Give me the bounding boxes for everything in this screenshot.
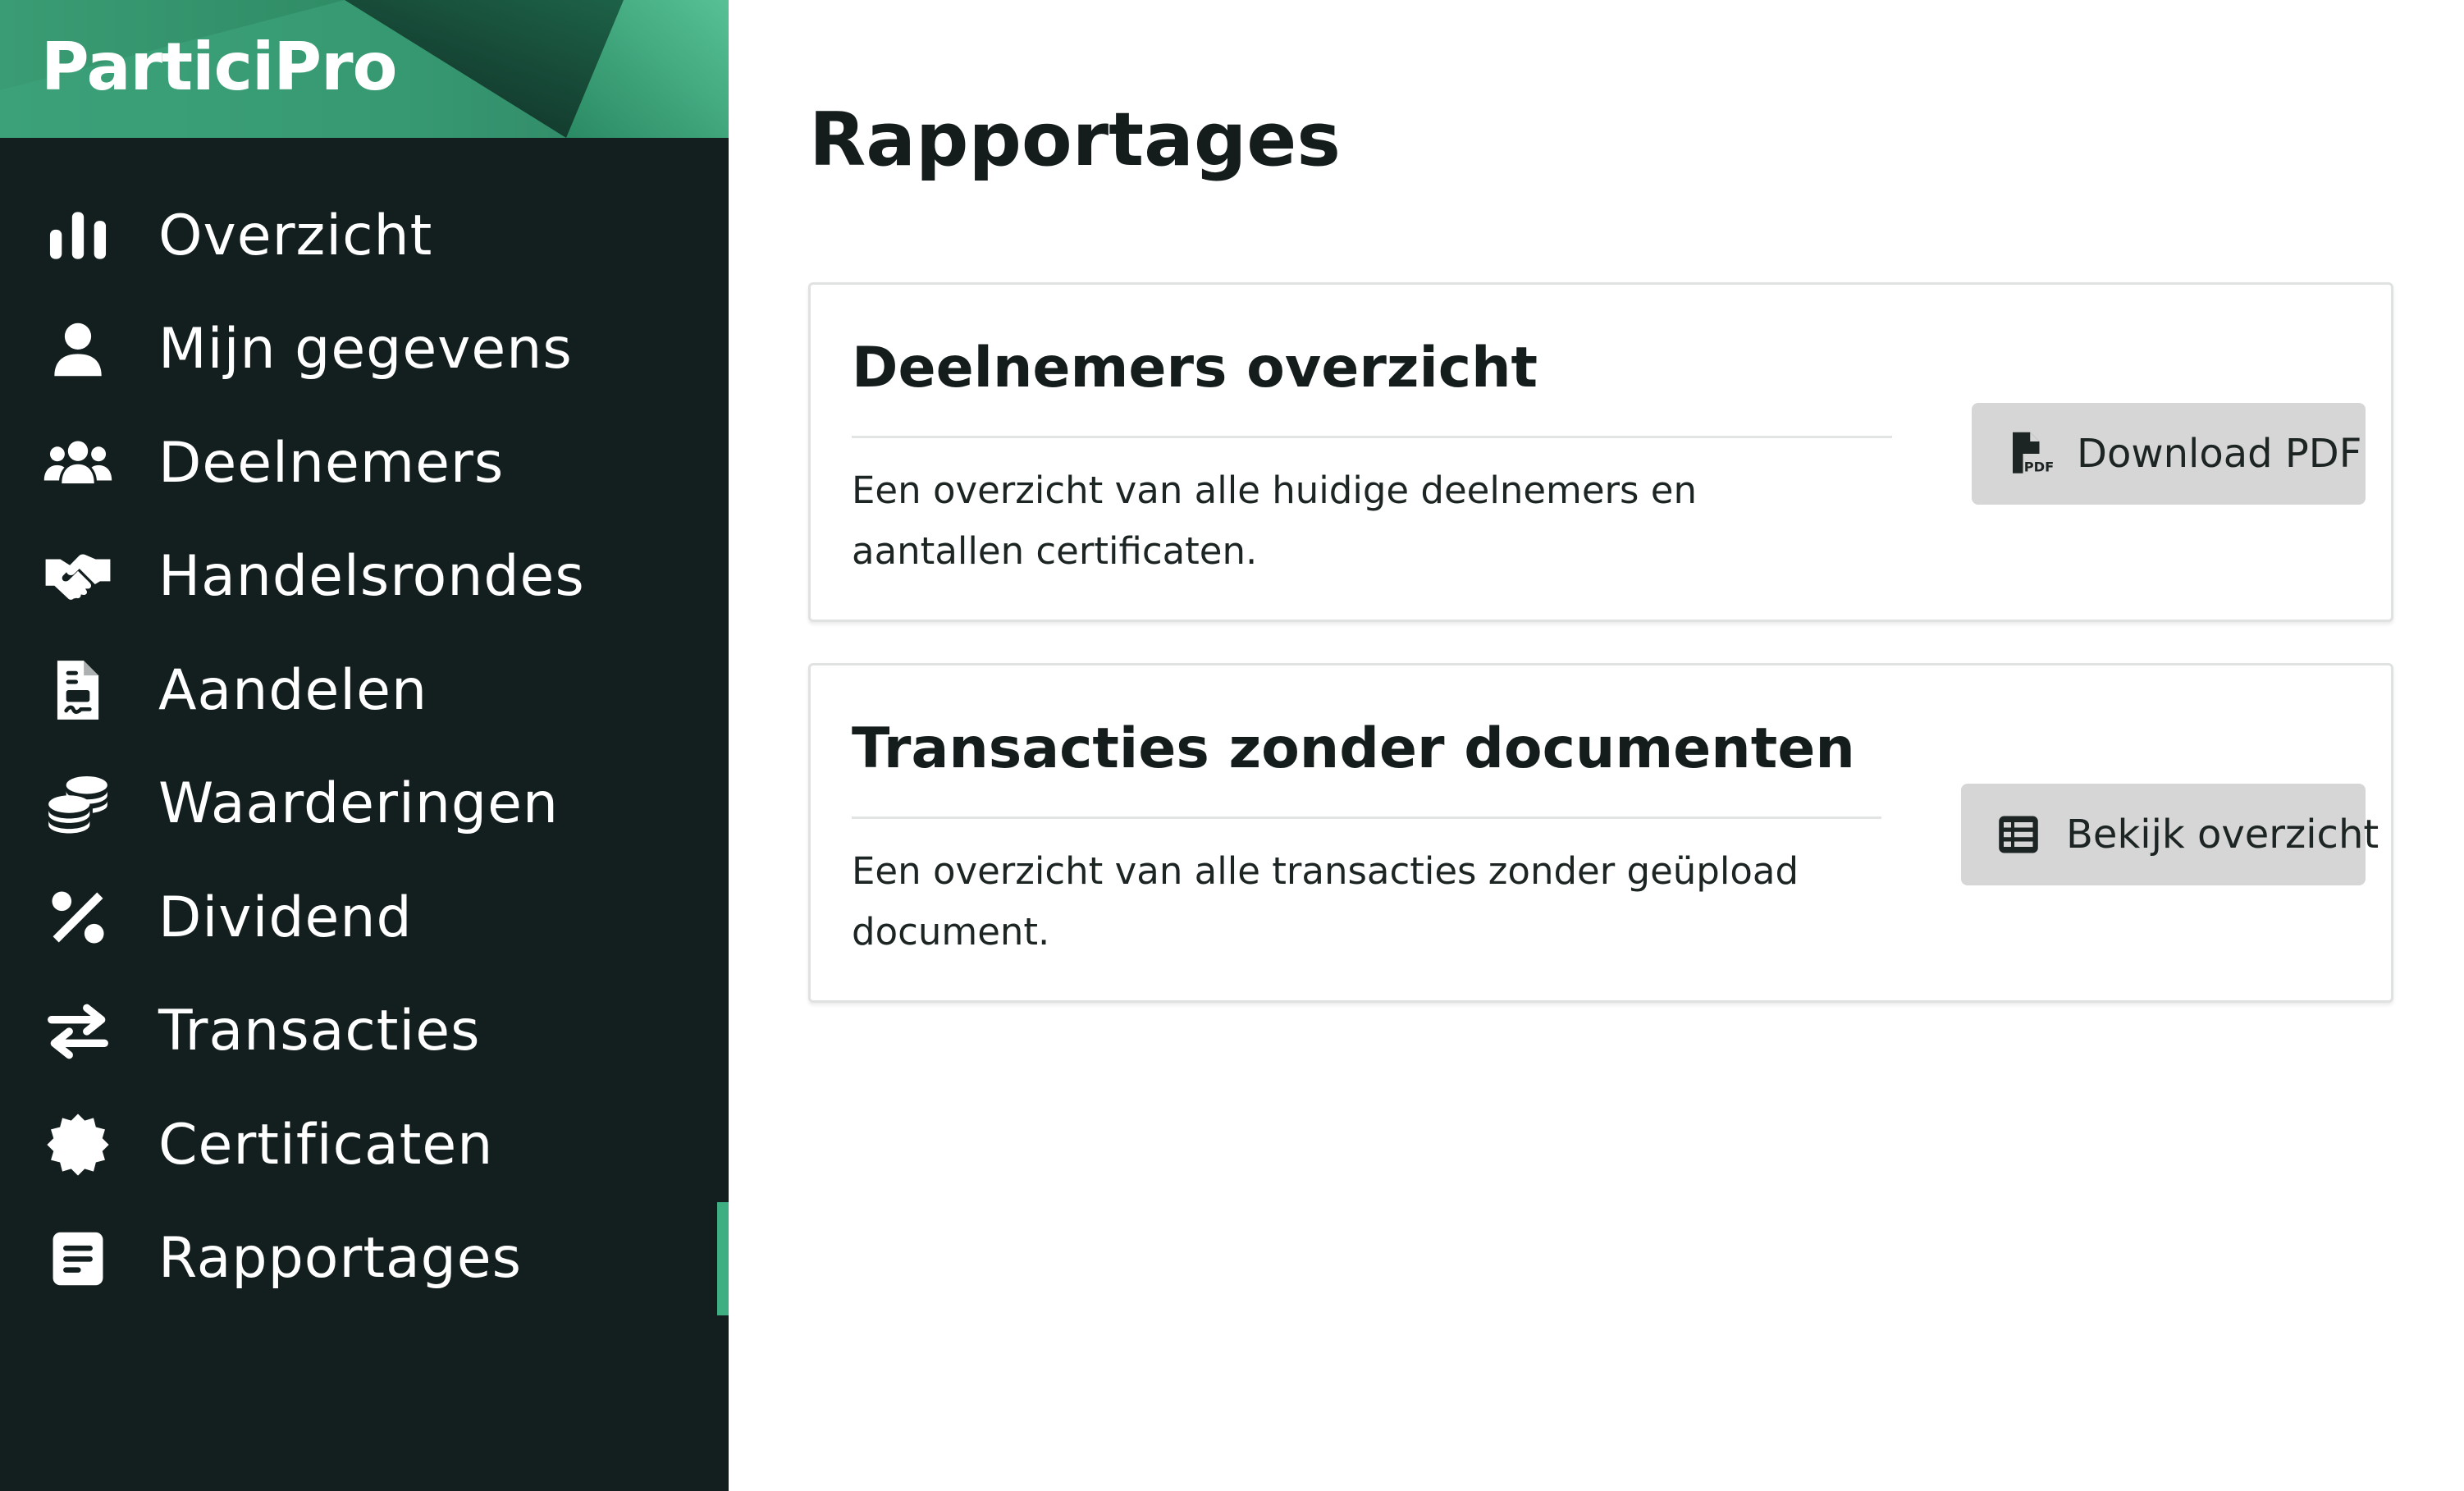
sidebar-item-transacties[interactable]: Transacties	[0, 975, 729, 1089]
percent-icon	[43, 882, 113, 953]
sidebar-item-overzicht[interactable]: Overzicht	[0, 179, 729, 293]
sidebar-item-label: Rapportages	[158, 1226, 523, 1292]
bar-chart-icon	[43, 200, 113, 271]
divider	[852, 816, 1881, 819]
report-card-deelnemers: Deelnemers overzicht Een overzicht van a…	[808, 282, 2393, 622]
sidebar-item-label: Dividend	[158, 885, 413, 950]
users-icon	[43, 428, 113, 498]
file-pdf-icon: PDF	[2005, 429, 2054, 478]
sidebar-item-certificaten[interactable]: Certificaten	[0, 1088, 729, 1202]
sidebar-item-dividend[interactable]: Dividend	[0, 861, 729, 975]
sidebar-item-handelsrondes[interactable]: Handelsrondes	[0, 520, 729, 634]
report-title: Transacties zonder documenten	[852, 716, 1855, 781]
svg-text:PDF: PDF	[2024, 459, 2054, 474]
app-root: ParticiPro Overzicht Mijn gegevens Deeln…	[0, 0, 2464, 1491]
table-icon	[1994, 810, 2043, 859]
sidebar-nav: Overzicht Mijn gegevens Deelnemers Hande…	[0, 179, 729, 1315]
report-icon	[43, 1223, 113, 1294]
main-content: Rapportages Deelnemers overzicht Een ove…	[729, 0, 2464, 1491]
coins-icon	[43, 769, 113, 839]
handshake-icon	[43, 542, 113, 612]
sidebar-item-label: Mijn gegevens	[158, 317, 573, 382]
sidebar-item-label: Overzicht	[158, 203, 433, 268]
sidebar-item-label: Deelnemers	[158, 430, 505, 496]
report-description: Een overzicht van alle transacties zonde…	[852, 849, 1799, 954]
report-card-transacties: Transacties zonder documenten Een overzi…	[808, 663, 2393, 1003]
download-pdf-button[interactable]: PDF Download PDF	[1972, 403, 2366, 505]
certificate-icon	[43, 1109, 113, 1180]
exchange-arrows-icon	[43, 996, 113, 1067]
sidebar-item-aandelen[interactable]: Aandelen	[0, 633, 729, 748]
sidebar-item-deelnemers[interactable]: Deelnemers	[0, 406, 729, 520]
file-contract-icon	[43, 655, 113, 725]
divider	[852, 436, 1892, 438]
sidebar-item-mijn-gegevens[interactable]: Mijn gegevens	[0, 293, 729, 407]
sidebar-item-label: Handelsrondes	[158, 544, 585, 610]
sidebar: ParticiPro Overzicht Mijn gegevens Deeln…	[0, 0, 729, 1491]
sidebar-item-label: Waarderingen	[158, 771, 560, 837]
bekijk-overzicht-button[interactable]: Bekijk overzicht	[1961, 784, 2379, 885]
report-description: Een overzicht van alle huidige deelnemer…	[852, 469, 1698, 573]
button-label: Download PDF	[2077, 431, 2362, 477]
brand-header[interactable]: ParticiPro	[0, 0, 729, 138]
sidebar-item-label: Aandelen	[158, 657, 428, 723]
report-title: Deelnemers overzicht	[852, 336, 1538, 400]
button-label: Bekijk overzicht	[2066, 812, 2379, 858]
user-icon	[43, 314, 113, 385]
sidebar-item-label: Transacties	[158, 999, 481, 1064]
brand-logo-text: ParticiPro	[41, 29, 397, 105]
page-title: Rapportages	[809, 97, 1341, 183]
sidebar-item-label: Certificaten	[158, 1112, 494, 1178]
sidebar-item-waarderingen[interactable]: Waarderingen	[0, 748, 729, 862]
sidebar-item-rapportages[interactable]: Rapportages	[0, 1201, 729, 1316]
